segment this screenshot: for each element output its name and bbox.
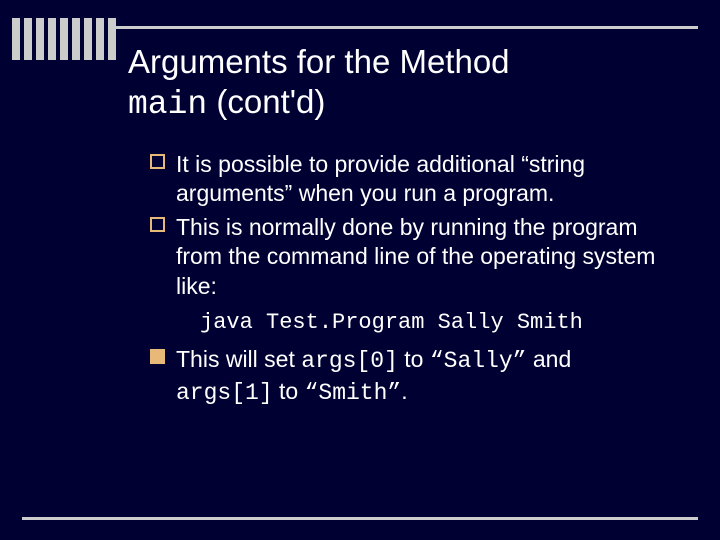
decorative-stripes xyxy=(12,18,116,60)
bullet-box-filled-icon xyxy=(150,349,165,364)
bullet-3-mid1: to xyxy=(398,346,430,372)
bottom-rule xyxy=(22,517,698,520)
bullet-1-text: It is possible to provide additional “st… xyxy=(176,151,585,206)
title-tail: (cont'd) xyxy=(207,83,325,120)
bullet-2-text: This is normally done by running the pro… xyxy=(176,214,655,299)
bullet-3-pre: This will set xyxy=(176,346,301,372)
bullet-3: This will set args[0] to “Sally” and arg… xyxy=(150,345,660,408)
bullet-1: It is possible to provide additional “st… xyxy=(150,150,660,209)
title-line1: Arguments for the Method xyxy=(128,43,510,80)
code-smith: “Smith” xyxy=(305,380,402,406)
slide-title: Arguments for the Method main (cont'd) xyxy=(128,42,510,124)
slide-body: It is possible to provide additional “st… xyxy=(150,150,660,412)
bullet-3-mid3: to xyxy=(273,378,305,404)
bullet-box-icon xyxy=(150,154,165,169)
bullet-box-icon xyxy=(150,217,165,232)
code-args1: args[1] xyxy=(176,380,273,406)
code-example: java Test.Program Sally Smith xyxy=(200,309,660,337)
bullet-3-end: . xyxy=(401,378,407,404)
bullet-3-mid2: and xyxy=(526,346,571,372)
code-args0: args[0] xyxy=(301,348,398,374)
top-rule xyxy=(108,26,698,29)
code-sally: “Sally” xyxy=(430,348,527,374)
bullet-2: This is normally done by running the pro… xyxy=(150,213,660,301)
title-mono: main xyxy=(128,86,207,123)
